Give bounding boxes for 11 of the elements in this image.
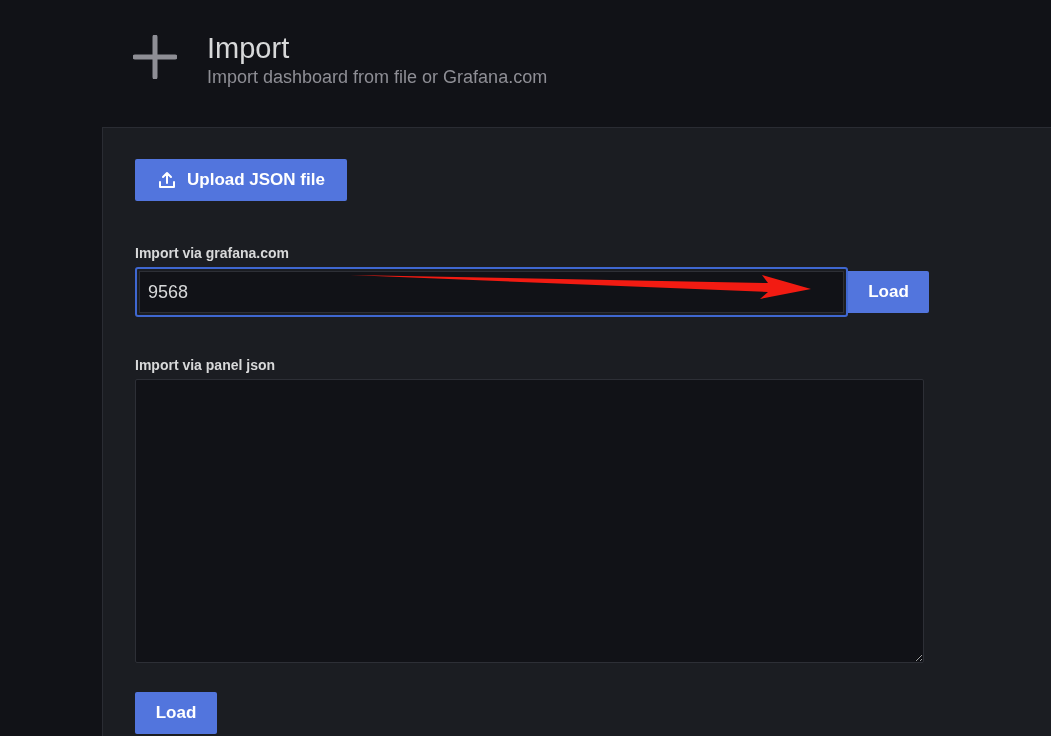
- field-label: Import via panel json: [135, 356, 276, 374]
- json-textarea[interactable]: [135, 379, 924, 663]
- page-title: Import: [207, 33, 291, 63]
- page-subtitle: Import dashboard from file or Grafana.com: [207, 66, 548, 88]
- upload-icon: [157, 170, 177, 190]
- load-button[interactable]: Load: [135, 692, 217, 734]
- upload-json-button[interactable]: Upload JSON file: [135, 159, 347, 201]
- input-field[interactable]: 9568: [139, 271, 844, 313]
- plus-icon: [133, 35, 177, 79]
- load-button[interactable]: Load: [848, 271, 929, 313]
- field-label: Import via grafana.com: [135, 244, 290, 262]
